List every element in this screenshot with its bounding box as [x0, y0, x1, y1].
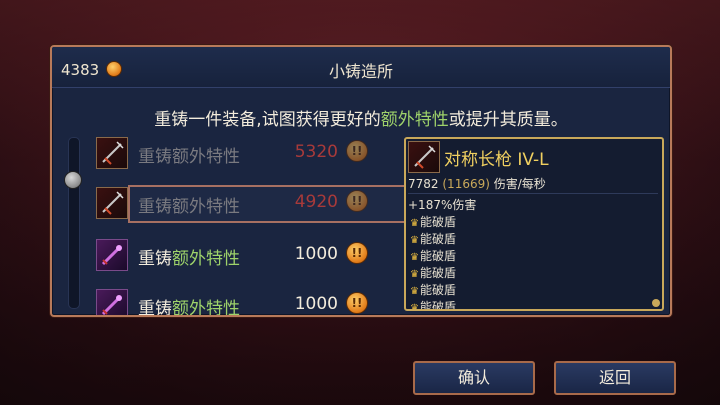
perk-label: 能破盾: [419, 300, 456, 311]
tooltip-corner-ornament: [652, 299, 660, 307]
crown-icon: ♛: [410, 269, 419, 280]
tooltip-header: 对称长枪 IV-L: [406, 139, 662, 173]
list-item-reforge[interactable]: 重铸额外特性 1000 !!: [92, 287, 394, 317]
crown-icon: ♛: [410, 303, 419, 311]
row-label-highlight: 额外特性: [172, 197, 240, 217]
row-label: 重铸额外特性: [138, 142, 240, 167]
row-label-highlight: 额外特性: [172, 147, 240, 167]
back-button[interactable]: 返回: [554, 361, 676, 395]
panel-header: 4383 小铸造所: [52, 47, 670, 88]
spear-icon: [96, 187, 128, 219]
cell-coin-icon: !!: [346, 190, 368, 212]
crown-icon: ♛: [410, 252, 419, 263]
crown-icon: ♛: [410, 286, 419, 297]
perk-item: ♛能破盾: [410, 230, 456, 247]
scrollbar-track[interactable]: [68, 137, 80, 309]
bonus-text: +187%伤害: [408, 198, 477, 212]
list-item-reforge-selected[interactable]: 重铸额外特性 4920 !!: [92, 185, 420, 223]
item-name: 对称长枪 IV-L: [444, 150, 549, 170]
row-label: 重铸额外特性: [138, 244, 240, 269]
perk-item: ♛能破盾: [410, 281, 456, 298]
description-highlight: 额外特性: [380, 110, 449, 130]
row-label-highlight: 额外特性: [172, 299, 240, 317]
perk-label: 能破盾: [419, 215, 456, 229]
row-label-prefix: 重铸: [138, 147, 172, 167]
confirm-button[interactable]: 确认: [413, 361, 535, 395]
perk-item: ♛能破盾: [410, 264, 456, 281]
list-item-reforge[interactable]: 重铸额外特性 5320 !!: [92, 135, 394, 171]
list-item-reforge[interactable]: 重铸额外特性 1000 !!: [92, 237, 394, 273]
spear-icon: [408, 141, 440, 173]
perk-item: ♛能破盾: [410, 298, 456, 311]
scrollbar-thumb[interactable]: [64, 171, 82, 189]
row-label-prefix: 重铸: [138, 197, 172, 217]
dps-line: 7782 (11669) 伤害/每秒: [408, 175, 546, 192]
item-tooltip: 对称长枪 IV-L 7782 (11669) 伤害/每秒 +187%伤害 ♛能破…: [404, 137, 664, 311]
perk-label: 能破盾: [419, 232, 456, 246]
row-label: 重铸额外特性: [138, 192, 240, 217]
cell-coin-icon: !!: [346, 292, 368, 314]
perk-label: 能破盾: [419, 283, 456, 297]
perk-label: 能破盾: [419, 249, 456, 263]
perk-item: ♛能破盾: [410, 213, 456, 230]
cell-coin-icon: !!: [346, 140, 368, 162]
row-price: 5320: [294, 142, 338, 162]
crown-icon: ♛: [410, 218, 419, 229]
bonus-line: +187%伤害: [408, 193, 658, 213]
row-price: 1000: [294, 294, 338, 314]
description-part2: 或提升其质量。: [448, 110, 568, 130]
spear-icon: [96, 137, 128, 169]
row-price: 4920: [294, 192, 338, 212]
description-text: 重铸一件装备,试图获得更好的额外特性或提升其质量。: [52, 105, 670, 130]
row-price: 1000: [294, 244, 338, 264]
dps-max: (11669): [442, 177, 490, 191]
row-label: 重铸额外特性: [138, 294, 240, 317]
description-part1: 重铸一件装备,试图获得更好的: [154, 110, 381, 130]
crown-icon: ♛: [410, 235, 419, 246]
perk-item: ♛能破盾: [410, 247, 456, 264]
forge-panel: 4383 小铸造所 重铸一件装备,试图获得更好的额外特性或提升其质量。 重铸额外…: [50, 45, 672, 317]
cell-coin-icon: !!: [346, 242, 368, 264]
purple-weapon-icon: [96, 289, 128, 315]
perk-label: 能破盾: [419, 266, 456, 280]
purple-weapon-icon: [96, 239, 128, 271]
page-title: 小铸造所: [328, 62, 393, 81]
row-label-prefix: 重铸: [138, 299, 172, 317]
row-label-highlight: 额外特性: [172, 249, 240, 269]
row-label-prefix: 重铸: [138, 249, 172, 269]
dps-value: 7782: [408, 177, 439, 191]
dps-unit: 伤害/每秒: [493, 177, 546, 191]
